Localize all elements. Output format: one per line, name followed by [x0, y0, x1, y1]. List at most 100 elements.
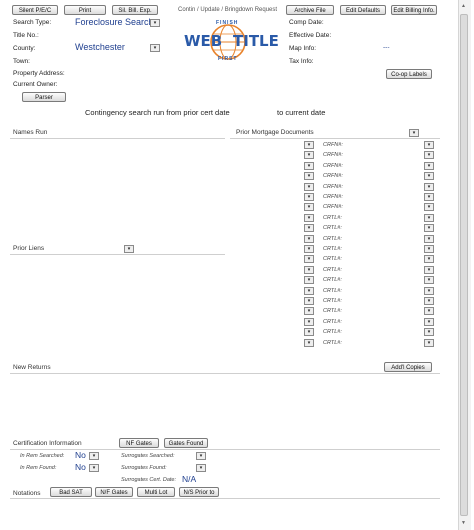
new-returns-divider [10, 373, 440, 374]
prior-liens-heading: Prior Liens [13, 245, 45, 252]
doc-row-right-dropdown[interactable]: ▾ [424, 297, 434, 305]
doc-row-left-dropdown[interactable]: ▾ [304, 339, 314, 347]
print-button[interactable]: Print [64, 5, 106, 15]
doc-row-right-dropdown[interactable]: ▾ [424, 339, 434, 347]
doc-row-left-dropdown[interactable]: ▾ [304, 255, 314, 263]
surrogates-found-label: Surrogates Found: [121, 465, 167, 471]
doc-row-left-dropdown[interactable]: ▾ [304, 151, 314, 159]
doc-row-right-dropdown[interactable]: ▾ [424, 287, 434, 295]
doc-row-right-dropdown[interactable]: ▾ [424, 266, 434, 274]
doc-row-label: CRTL#: [323, 340, 342, 346]
town-label: Town: [13, 58, 30, 65]
doc-row-label: CRFN#: [323, 152, 343, 158]
doc-row-right-dropdown[interactable]: ▾ [424, 203, 434, 211]
prior-mortgage-docs-dropdown[interactable]: ▾ [409, 129, 419, 137]
surrogates-searched-dropdown[interactable]: ▾ [196, 452, 206, 460]
scroll-down-arrow-icon[interactable]: ▼ [461, 520, 466, 526]
addl-copies-button[interactable]: Add'l Copies [384, 362, 432, 372]
webtitle-logo: FINISH WEB TITLE FIRST [182, 20, 279, 64]
county-label: County: [13, 45, 36, 52]
ns-prior-to-button[interactable]: N/S Prior to [179, 487, 219, 497]
prior-liens-dropdown[interactable]: ▾ [124, 245, 134, 253]
doc-row-label: CRFN#: [323, 194, 343, 200]
doc-row-left-dropdown[interactable]: ▾ [304, 328, 314, 336]
doc-row-label: CRTL#: [323, 267, 342, 273]
doc-row-label: CRFN#: [323, 142, 343, 148]
doc-row-right-dropdown[interactable]: ▾ [424, 172, 434, 180]
logo-top-text: FINISH [216, 20, 239, 26]
doc-row-left-dropdown[interactable]: ▾ [304, 287, 314, 295]
map-info-value: --- [383, 44, 390, 51]
doc-row-left-dropdown[interactable]: ▾ [304, 266, 314, 274]
doc-row-right-dropdown[interactable]: ▾ [424, 193, 434, 201]
doc-row-left-dropdown[interactable]: ▾ [304, 318, 314, 326]
doc-row-label: CRTL#: [323, 215, 342, 221]
doc-row-right-dropdown[interactable]: ▾ [424, 214, 434, 222]
search-type-value: Foreclosure Search [75, 17, 154, 27]
logo-web-text: WEB [184, 32, 223, 50]
doc-row-right-dropdown[interactable]: ▾ [424, 245, 434, 253]
prior-liens-divider [10, 254, 225, 255]
names-run-divider [10, 138, 225, 139]
doc-row-label: CRTL#: [323, 225, 342, 231]
archive-file-button[interactable]: Archive File [286, 5, 334, 15]
nf-gates-button[interactable]: NF Gates [119, 438, 159, 448]
doc-row-left-dropdown[interactable]: ▾ [304, 183, 314, 191]
doc-row-label: CRFN#: [323, 204, 343, 210]
doc-row-left-dropdown[interactable]: ▾ [304, 203, 314, 211]
surrogates-found-dropdown[interactable]: ▾ [196, 464, 206, 472]
doc-row-right-dropdown[interactable]: ▾ [424, 235, 434, 243]
edit-billing-info-button[interactable]: Edit Billing Info. [391, 5, 437, 15]
gates-found-button[interactable]: Gates Found [164, 438, 208, 448]
search-type-dropdown[interactable]: ▾ [150, 19, 160, 27]
doc-row-label: CRTL#: [323, 277, 342, 283]
doc-row-label: CRTL#: [323, 329, 342, 335]
coop-labels-button[interactable]: Co-op Labels [386, 69, 432, 79]
doc-row-left-dropdown[interactable]: ▾ [304, 245, 314, 253]
scrollbar-thumb[interactable] [460, 14, 468, 516]
names-run-heading: Names Run [13, 129, 48, 136]
title-no-label: Title No.: [13, 32, 39, 39]
in-rem-found-dropdown[interactable]: ▾ [89, 464, 99, 472]
doc-row-label: CRTL#: [323, 246, 342, 252]
in-rem-searched-dropdown[interactable]: ▾ [89, 452, 99, 460]
scroll-up-arrow-icon[interactable]: ▲ [461, 3, 466, 9]
doc-row-right-dropdown[interactable]: ▾ [424, 183, 434, 191]
doc-row-left-dropdown[interactable]: ▾ [304, 276, 314, 284]
doc-row-left-dropdown[interactable]: ▾ [304, 214, 314, 222]
doc-row-left-dropdown[interactable]: ▾ [304, 193, 314, 201]
contingency-text-right: to current date [277, 108, 326, 117]
doc-row-label: CRTL#: [323, 256, 342, 262]
county-dropdown[interactable]: ▾ [150, 44, 160, 52]
doc-row-left-dropdown[interactable]: ▾ [304, 162, 314, 170]
doc-row-left-dropdown[interactable]: ▾ [304, 172, 314, 180]
doc-row-left-dropdown[interactable]: ▾ [304, 235, 314, 243]
sil-bill-exp-button[interactable]: Sil. Bill. Exp. [112, 5, 158, 15]
doc-row-right-dropdown[interactable]: ▾ [424, 224, 434, 232]
property-address-label: Property Address: [13, 70, 65, 77]
doc-row-label: CRFN#: [323, 163, 343, 169]
bad-sat-button[interactable]: Bad SAT [50, 487, 92, 497]
edit-defaults-button[interactable]: Edit Defaults [340, 5, 386, 15]
doc-row-right-dropdown[interactable]: ▾ [424, 162, 434, 170]
doc-row-left-dropdown[interactable]: ▾ [304, 224, 314, 232]
doc-row-left-dropdown[interactable]: ▾ [304, 307, 314, 315]
doc-row-right-dropdown[interactable]: ▾ [424, 328, 434, 336]
doc-row-right-dropdown[interactable]: ▾ [424, 276, 434, 284]
doc-row-right-dropdown[interactable]: ▾ [424, 141, 434, 149]
doc-row-label: CRTL#: [323, 236, 342, 242]
prior-mortgage-docs-heading: Prior Mortgage Documents [236, 129, 314, 136]
silent-pec-button[interactable]: Silent P/E/C [12, 5, 58, 15]
nf-gates-notation-button[interactable]: N/F Gates [95, 487, 133, 497]
doc-row-right-dropdown[interactable]: ▾ [424, 318, 434, 326]
current-owner-label: Current Owner: [13, 81, 58, 88]
doc-row-right-dropdown[interactable]: ▾ [424, 255, 434, 263]
doc-row-right-dropdown[interactable]: ▾ [424, 151, 434, 159]
parser-button[interactable]: Parser [22, 92, 66, 102]
doc-row-label: CRFN#: [323, 184, 343, 190]
surrogates-searched-label: Surrogates Searched: [121, 453, 175, 459]
doc-row-left-dropdown[interactable]: ▾ [304, 141, 314, 149]
multi-lot-button[interactable]: Multi Lot [137, 487, 175, 497]
doc-row-left-dropdown[interactable]: ▾ [304, 297, 314, 305]
doc-row-right-dropdown[interactable]: ▾ [424, 307, 434, 315]
